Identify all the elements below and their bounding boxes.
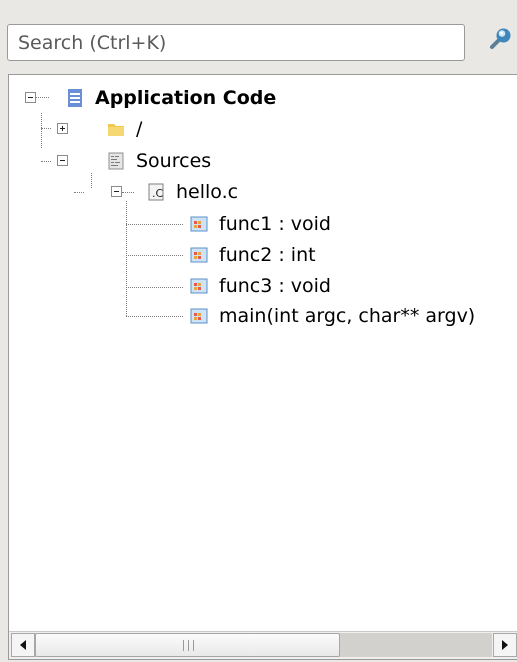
tree-guide xyxy=(126,255,183,256)
grip-line xyxy=(183,640,184,651)
project-tree: Application Code / Sources .C hello.c fu… xyxy=(9,75,517,631)
grip-line xyxy=(193,640,194,651)
scroll-right-button[interactable] xyxy=(493,633,517,657)
tree-guide xyxy=(126,201,127,316)
arrow-right-icon xyxy=(502,640,508,650)
tree-node-func1[interactable]: func1 : void xyxy=(189,209,331,239)
scroll-thumb[interactable] xyxy=(35,633,340,657)
expand-toggle[interactable] xyxy=(57,123,68,134)
tree-node-label: Sources xyxy=(136,150,212,172)
collapse-toggle[interactable] xyxy=(57,155,68,166)
tree-node-label: func2 : int xyxy=(219,244,316,266)
function-icon xyxy=(190,308,208,324)
arrow-left-icon xyxy=(20,640,26,650)
tree-guide xyxy=(41,128,51,129)
scroll-left-button[interactable] xyxy=(11,633,35,657)
c-file-icon: .C xyxy=(148,183,164,201)
sources-icon xyxy=(108,152,124,170)
search-icon xyxy=(490,28,511,49)
tree-guide xyxy=(91,173,92,188)
function-icon xyxy=(190,216,208,232)
tree-node-label: Application Code xyxy=(95,87,277,109)
svg-text:.C: .C xyxy=(152,187,163,200)
tree-panel: Application Code / Sources .C hello.c fu… xyxy=(8,74,517,660)
tree-node-label: func1 : void xyxy=(219,213,331,235)
tree-node-label: hello.c xyxy=(176,181,239,203)
tree-guide xyxy=(41,161,51,162)
tree-node-func2[interactable]: func2 : int xyxy=(189,240,316,270)
tree-guide xyxy=(41,113,42,148)
tree-node-hello-c[interactable]: .C hello.c xyxy=(146,177,238,207)
function-icon xyxy=(190,278,208,294)
tree-node-label: func3 : void xyxy=(219,275,331,297)
tree-node-root-folder[interactable]: / xyxy=(106,114,142,144)
tree-node-func3[interactable]: func3 : void xyxy=(189,271,331,301)
tree-node-application-code[interactable]: Application Code xyxy=(65,83,276,113)
collapse-toggle[interactable] xyxy=(111,186,122,197)
tree-guide xyxy=(74,192,84,193)
collapse-toggle[interactable] xyxy=(25,92,36,103)
tree-node-sources[interactable]: Sources xyxy=(106,146,211,176)
horizontal-scrollbar[interactable] xyxy=(9,631,517,659)
tree-node-label: / xyxy=(136,118,143,140)
tree-node-main[interactable]: main(int argc, char** argv) xyxy=(189,301,475,331)
search-button[interactable] xyxy=(480,24,517,61)
folder-icon xyxy=(108,124,124,136)
search-input[interactable] xyxy=(7,24,465,61)
function-icon xyxy=(190,247,208,263)
tree-guide xyxy=(126,316,183,317)
tree-guide xyxy=(126,224,183,225)
grip-line xyxy=(188,640,189,651)
tree-guide xyxy=(126,287,183,288)
tree-guide xyxy=(122,192,134,193)
tree-node-label: main(int argc, char** argv) xyxy=(219,305,476,327)
application-code-icon xyxy=(68,89,82,107)
